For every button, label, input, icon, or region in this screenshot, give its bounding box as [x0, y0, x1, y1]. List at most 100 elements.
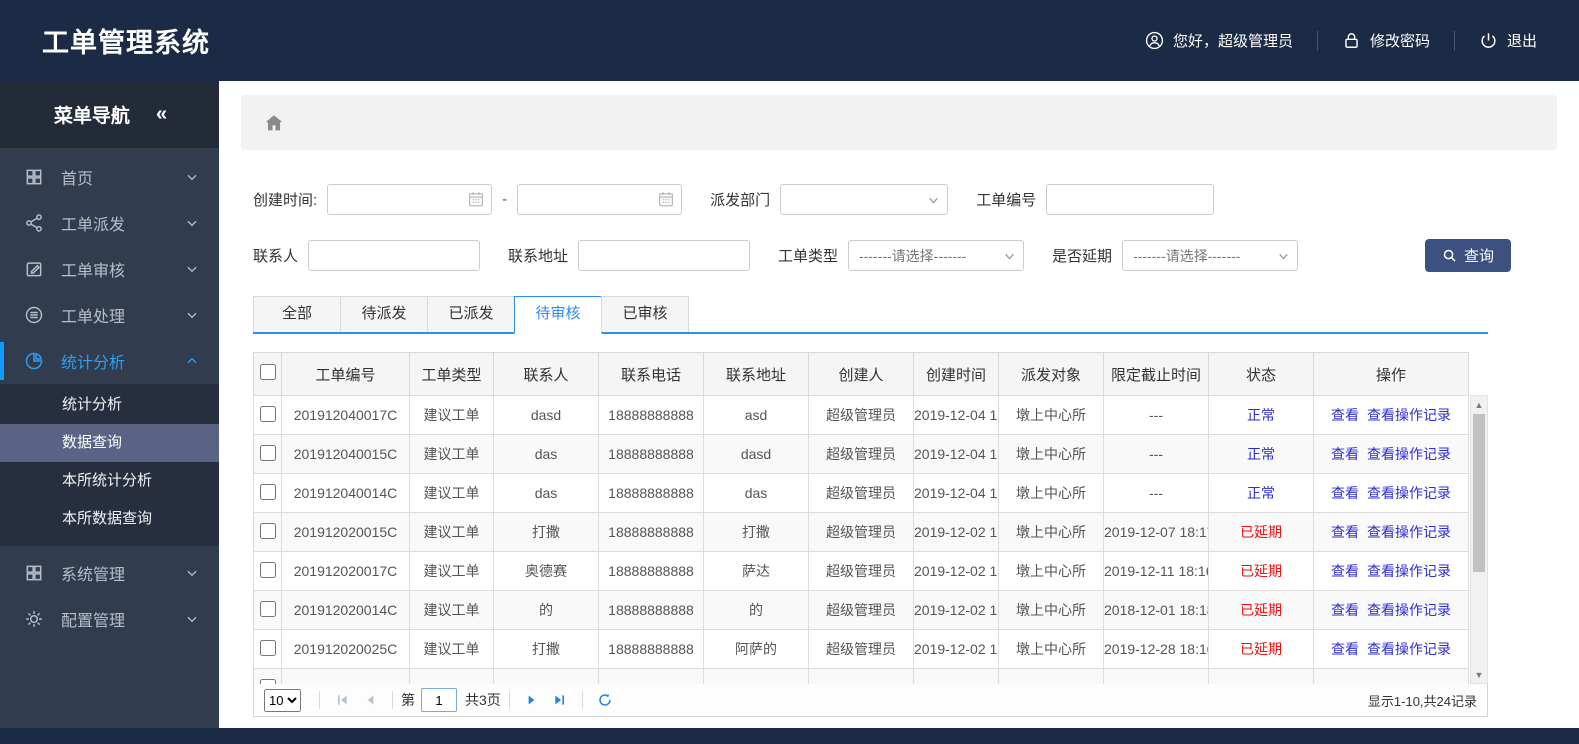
cell-deadline: 2019-12-28 18:10: [1103, 629, 1209, 669]
row-checkbox[interactable]: [259, 600, 276, 617]
cell-order_no: 201912040014C: [281, 473, 410, 513]
row-checkbox[interactable]: [259, 522, 276, 539]
select-all-checkbox[interactable]: [259, 364, 276, 380]
delay-select[interactable]: -------请选择-------: [1122, 240, 1299, 271]
tab-已审核[interactable]: 已审核: [601, 296, 689, 332]
calendar-icon[interactable]: [467, 190, 485, 208]
column-header: 联系地址: [703, 352, 809, 396]
home-icon[interactable]: [263, 112, 285, 134]
contact-input[interactable]: [308, 240, 481, 271]
logout-link[interactable]: 退出: [1479, 30, 1537, 51]
cell-phone: 18888888888: [598, 473, 704, 513]
order-type-select[interactable]: -------请选择-------: [848, 240, 1025, 271]
row-checkbox[interactable]: [259, 444, 276, 461]
row-checkbox[interactable]: [259, 405, 276, 422]
sidebar-item-label: 统计分析: [61, 355, 126, 372]
change-password-link[interactable]: 修改密码: [1342, 30, 1430, 51]
submenu-item[interactable]: 本所统计分析: [0, 462, 219, 500]
user-greeting-label: 您好，超级管理员: [1172, 33, 1293, 50]
view-link[interactable]: 查看: [1331, 602, 1359, 618]
cell-dispatch_to: 墩上中心所: [998, 395, 1104, 435]
cell-creator: 超级管理员: [808, 434, 914, 474]
tab-已派发[interactable]: 已派发: [427, 296, 515, 332]
view-log-link[interactable]: 查看操作记录: [1367, 407, 1451, 423]
sidebar-header: 菜单导航 «: [0, 81, 219, 148]
sidebar-item-4[interactable]: 工单处理: [0, 292, 219, 338]
sidebar-item-label: 工单审核: [61, 263, 126, 280]
refresh-icon[interactable]: [597, 692, 613, 708]
cell-contact: 的: [493, 590, 599, 630]
row-select-cell: [253, 512, 282, 552]
order-type-label: 工单类型: [778, 248, 839, 265]
actions-cell: 查看 查看操作记录: [1313, 434, 1469, 474]
sidebar-item-3[interactable]: 工单审核: [0, 246, 219, 292]
scroll-down-icon[interactable]: ▼: [1471, 666, 1487, 683]
tab-待审核[interactable]: 待审核: [514, 296, 602, 334]
order-no-input[interactable]: [1046, 184, 1215, 215]
view-link[interactable]: 查看: [1331, 641, 1359, 657]
view-link[interactable]: 查看: [1331, 407, 1359, 423]
cell-deadline: ---: [1103, 434, 1209, 474]
table-scrollbar[interactable]: ▲ ▼: [1470, 395, 1488, 684]
cell-address: asd: [703, 395, 809, 435]
pager-separator: [581, 691, 583, 709]
table-row: 201912020014C 建议工单的 18888888888 的超级管理员 2019-…: [253, 590, 1469, 630]
sidebar-item-2[interactable]: 工单派发: [0, 200, 219, 246]
table-zone: 工单编号 工单类型 联系人 联系电话 联系地址 创建人 创建时间 派发对象 限定截止时间 状态 操作…: [253, 352, 1488, 684]
prev-page-icon[interactable]: [362, 692, 378, 708]
view-log-link[interactable]: 查看操作记录: [1367, 641, 1451, 657]
view-link[interactable]: 查看: [1331, 524, 1359, 540]
scroll-up-icon[interactable]: ▲: [1471, 396, 1487, 413]
pager-separator: [319, 691, 320, 709]
row-checkbox[interactable]: [259, 483, 276, 500]
row-select-cell: [253, 590, 282, 630]
actions-cell: 查看 查看操作记录: [1313, 629, 1469, 669]
sidebar-item-7[interactable]: 配置管理: [0, 596, 219, 642]
cell-created: [913, 668, 999, 684]
scrollbar-thumb[interactable]: [1473, 414, 1485, 572]
last-page-icon[interactable]: [552, 692, 568, 708]
create-time-label: 创建时间:: [253, 192, 318, 209]
row-checkbox[interactable]: [259, 561, 276, 578]
cell-contact: 打撒: [493, 629, 599, 669]
sidebar-item-5[interactable]: 统计分析: [0, 338, 219, 384]
tab-待派发[interactable]: 待派发: [340, 296, 428, 332]
table-row: 201912040015C 建议工单 das 18888888888 dasd 超级管理员…: [253, 434, 1469, 474]
cell-order_no: 201912020014C: [281, 590, 410, 630]
user-greeting[interactable]: 您好，超级管理员: [1145, 30, 1293, 51]
table-row: [253, 668, 1469, 684]
sidebar-item-1[interactable]: 首页: [0, 154, 219, 200]
sidebar-collapse-icon[interactable]: «: [156, 103, 167, 126]
view-log-link[interactable]: 查看操作记录: [1367, 524, 1451, 540]
row-select-cell: [253, 629, 282, 669]
view-link[interactable]: 查看: [1331, 446, 1359, 462]
top-header: 工单管理系统 您好，超级管理员 修改密码 退出: [0, 0, 1579, 81]
address-input[interactable]: [578, 240, 751, 271]
submenu-item[interactable]: 数据查询: [0, 424, 219, 462]
chevron-down-icon: [185, 566, 199, 580]
submenu-item[interactable]: 统计分析: [0, 386, 219, 424]
submenu-item[interactable]: 本所数据查询: [0, 500, 219, 538]
cell-contact: 打撒: [493, 512, 599, 552]
cell-creator: 超级管理员: [808, 551, 914, 591]
status-badge: 正常: [1208, 434, 1314, 474]
tab-全部[interactable]: 全部: [253, 296, 341, 332]
next-page-icon[interactable]: [524, 692, 540, 708]
calendar-icon[interactable]: [657, 190, 675, 208]
search-button[interactable]: 查询: [1424, 239, 1511, 272]
sidebar-title: 菜单导航: [53, 106, 130, 127]
view-log-link[interactable]: 查看操作记录: [1367, 485, 1451, 501]
view-link[interactable]: 查看: [1331, 485, 1359, 501]
cell-contact: dasd: [493, 395, 599, 435]
page-size-select[interactable]: 10: [264, 688, 301, 712]
sidebar-item-6[interactable]: 系统管理: [0, 550, 219, 596]
first-page-icon[interactable]: [334, 692, 350, 708]
view-log-link[interactable]: 查看操作记录: [1367, 602, 1451, 618]
row-checkbox[interactable]: [259, 639, 276, 656]
view-log-link[interactable]: 查看操作记录: [1367, 446, 1451, 462]
dispatch-dept-select[interactable]: [780, 184, 949, 215]
view-link[interactable]: 查看: [1331, 563, 1359, 579]
page-number-input[interactable]: [421, 688, 457, 712]
view-log-link[interactable]: 查看操作记录: [1367, 563, 1451, 579]
row-checkbox[interactable]: [259, 678, 276, 684]
